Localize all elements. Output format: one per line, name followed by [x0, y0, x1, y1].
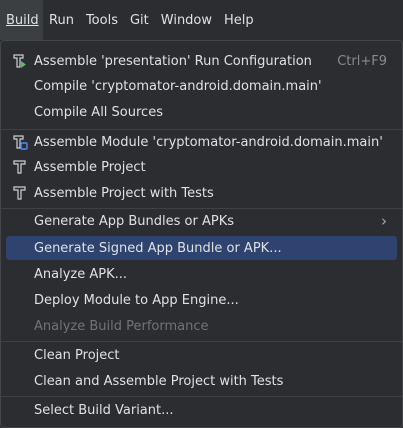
menu-item-label: Compile 'cryptomator-android.domain.main…: [34, 78, 322, 94]
menu-item-deploy-app-engine[interactable]: Deploy Module to App Engine...: [6, 288, 397, 312]
menu-item-label: Generate Signed App Bundle or APK...: [34, 240, 282, 256]
menu-separator: [1, 341, 402, 342]
run-config-build-icon: [12, 53, 28, 69]
menu-item-assemble-run-configuration[interactable]: Assemble 'presentation' Run Configuratio…: [6, 49, 397, 73]
menu-item-label: Analyze Build Performance: [34, 318, 209, 334]
menu-item-compile-all-sources[interactable]: Compile All Sources: [6, 100, 397, 124]
menu-item-label: Assemble 'presentation' Run Configuratio…: [34, 53, 312, 69]
module-build-icon: [12, 134, 28, 150]
menu-item-analyze-apk[interactable]: Analyze APK...: [6, 262, 397, 286]
build-menu-dropdown: Assemble 'presentation' Run Configuratio…: [0, 40, 403, 428]
menu-window[interactable]: Window: [155, 0, 218, 40]
menu-item-label: Clean Project: [34, 347, 120, 363]
menu-item-compile-domain-main[interactable]: Compile 'cryptomator-android.domain.main…: [6, 74, 397, 98]
chevron-right-icon: ›: [381, 211, 387, 230]
menu-item-assemble-module[interactable]: Assemble Module 'cryptomator-android.dom…: [6, 130, 397, 154]
menu-build-label: Build: [6, 12, 39, 28]
menu-item-clean-and-assemble[interactable]: Clean and Assemble Project with Tests: [6, 369, 397, 393]
hammer-icon: [12, 185, 28, 201]
menu-item-assemble-project[interactable]: Assemble Project: [6, 155, 397, 179]
menu-run-label: Run: [49, 12, 74, 28]
menu-window-label: Window: [160, 12, 213, 28]
menu-item-analyze-build-performance: Analyze Build Performance: [6, 314, 397, 338]
menu-item-assemble-project-with-tests[interactable]: Assemble Project with Tests: [6, 181, 397, 205]
menu-git-label: Git: [129, 12, 149, 28]
menu-item-label: Generate App Bundles or APKs: [34, 213, 235, 229]
menu-item-generate-signed-bundle[interactable]: Generate Signed App Bundle or APK...: [6, 236, 397, 260]
menu-git[interactable]: Git: [124, 0, 155, 40]
menu-item-generate-app-bundles[interactable]: Generate App Bundles or APKs ›: [6, 209, 397, 233]
main-menubar: Build Run Tools Git Window Help: [0, 0, 403, 40]
menu-separator: [1, 396, 402, 397]
menu-item-label: Select Build Variant...: [34, 402, 174, 418]
menu-run[interactable]: Run: [43, 0, 80, 40]
menu-tools-label: Tools: [85, 12, 118, 28]
menu-build[interactable]: Build: [0, 0, 43, 40]
menu-item-label: Deploy Module to App Engine...: [34, 292, 239, 308]
menu-help-label: Help: [224, 12, 254, 28]
menu-item-label: Clean and Assemble Project with Tests: [34, 373, 284, 389]
shortcut-label: Ctrl+F9: [337, 53, 387, 69]
menu-item-label: Compile All Sources: [34, 104, 163, 120]
menu-item-label: Assemble Module 'cryptomator-android.dom…: [34, 134, 383, 150]
hammer-icon: [12, 159, 28, 175]
menu-item-label: Assemble Project: [34, 159, 146, 175]
menu-help[interactable]: Help: [218, 0, 260, 40]
menu-tools[interactable]: Tools: [80, 0, 124, 40]
menu-item-label: Assemble Project with Tests: [34, 185, 214, 201]
menu-item-label: Analyze APK...: [34, 266, 128, 282]
menu-item-select-build-variant[interactable]: Select Build Variant...: [6, 398, 397, 422]
menu-item-clean-project[interactable]: Clean Project: [6, 343, 397, 367]
